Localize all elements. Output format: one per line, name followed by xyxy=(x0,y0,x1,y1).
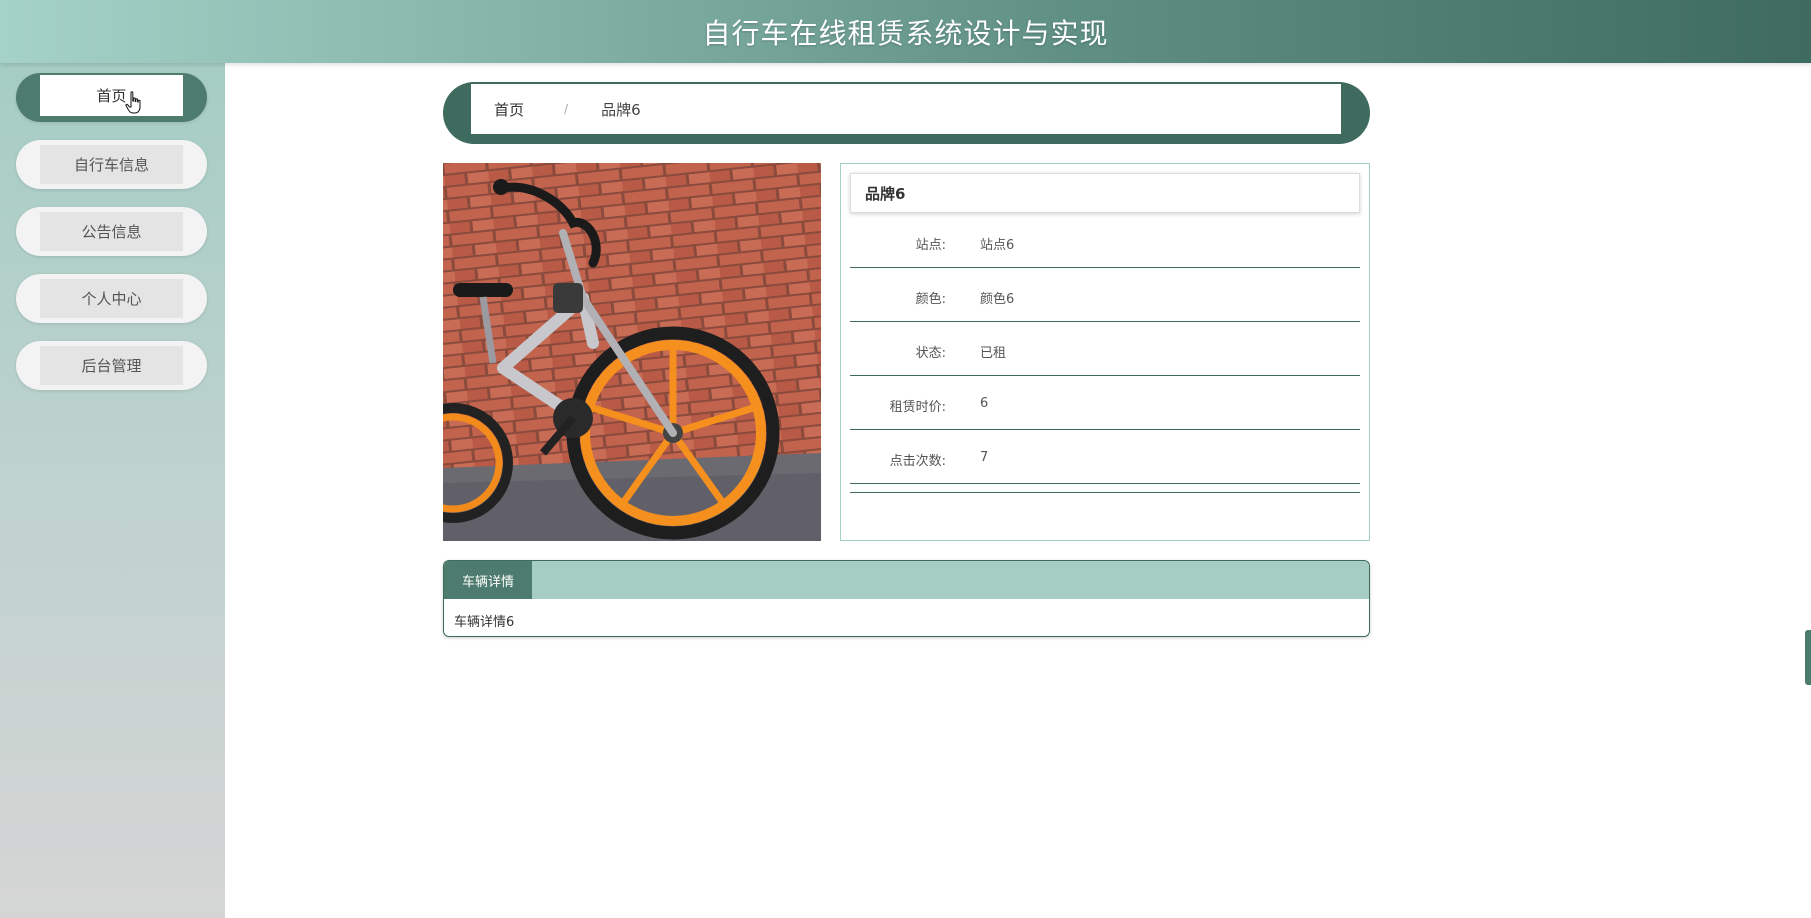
detail-label: 站点: xyxy=(915,238,946,253)
divider xyxy=(850,492,1360,493)
top-header-bar: 自行车在线租赁系统设计与实现 xyxy=(0,0,1811,63)
scroll-handle[interactable] xyxy=(1805,630,1811,685)
detail-row-status: 状态: 已租 xyxy=(850,322,1360,376)
sidebar-item-label: 公告信息 xyxy=(40,212,183,251)
breadcrumb-home-link[interactable]: 首页 xyxy=(494,99,524,120)
sidebar-item-home[interactable]: 首页 xyxy=(16,73,207,122)
detail-label: 颜色: xyxy=(915,292,946,307)
sidebar-item-announcements[interactable]: 公告信息 xyxy=(16,207,207,256)
detail-row-clicks: 点击次数: 7 xyxy=(850,430,1360,484)
breadcrumb-current: 品牌6 xyxy=(601,100,641,119)
sidebar-item-label: 自行车信息 xyxy=(40,145,183,184)
page-title: 自行车在线租赁系统设计与实现 xyxy=(702,17,1109,50)
sidebar-item-label: 个人中心 xyxy=(40,279,183,318)
breadcrumb-inner: 首页 / 品牌6 xyxy=(471,84,1341,134)
detail-value: 站点6 xyxy=(980,238,1015,253)
detail-card: 品牌6 站点: 站点6 颜色: 颜色6 状态: 已租 租赁时价: 6 点击次数:… xyxy=(840,163,1370,541)
detail-value: 已租 xyxy=(980,346,1007,361)
breadcrumb-separator: / xyxy=(564,102,569,116)
detail-label: 点击次数: xyxy=(889,454,946,469)
detail-label: 租赁时价: xyxy=(889,400,946,415)
detail-row-station: 站点: 站点6 xyxy=(850,214,1360,268)
detail-label: 状态: xyxy=(915,346,946,361)
breadcrumb: 首页 / 品牌6 xyxy=(443,82,1370,144)
detail-tab-panel: 车辆详情 车辆详情6 xyxy=(443,560,1370,637)
tab-header: 车辆详情 xyxy=(444,561,1369,599)
detail-row-color: 颜色: 颜色6 xyxy=(850,268,1360,322)
sidebar-item-admin[interactable]: 后台管理 xyxy=(16,341,207,390)
detail-row-price: 租赁时价: 6 xyxy=(850,376,1360,430)
sidebar-item-personal-center[interactable]: 个人中心 xyxy=(16,274,207,323)
detail-value: 7 xyxy=(980,450,989,465)
sidebar-item-bike-info[interactable]: 自行车信息 xyxy=(16,140,207,189)
tab-content: 车辆详情6 xyxy=(454,615,515,630)
sidebar-item-label: 后台管理 xyxy=(40,346,183,385)
detail-value: 颜色6 xyxy=(980,292,1015,307)
tab-vehicle-details[interactable]: 车辆详情 xyxy=(444,561,532,599)
bike-photo xyxy=(443,163,821,541)
product-name: 品牌6 xyxy=(850,173,1360,213)
detail-value: 6 xyxy=(980,396,989,411)
hand-cursor-icon xyxy=(125,91,141,114)
sidebar: 首页 自行车信息 公告信息 个人中心 后台管理 xyxy=(0,63,225,918)
sidebar-item-label: 首页 xyxy=(40,75,183,116)
bike-image xyxy=(443,163,821,541)
